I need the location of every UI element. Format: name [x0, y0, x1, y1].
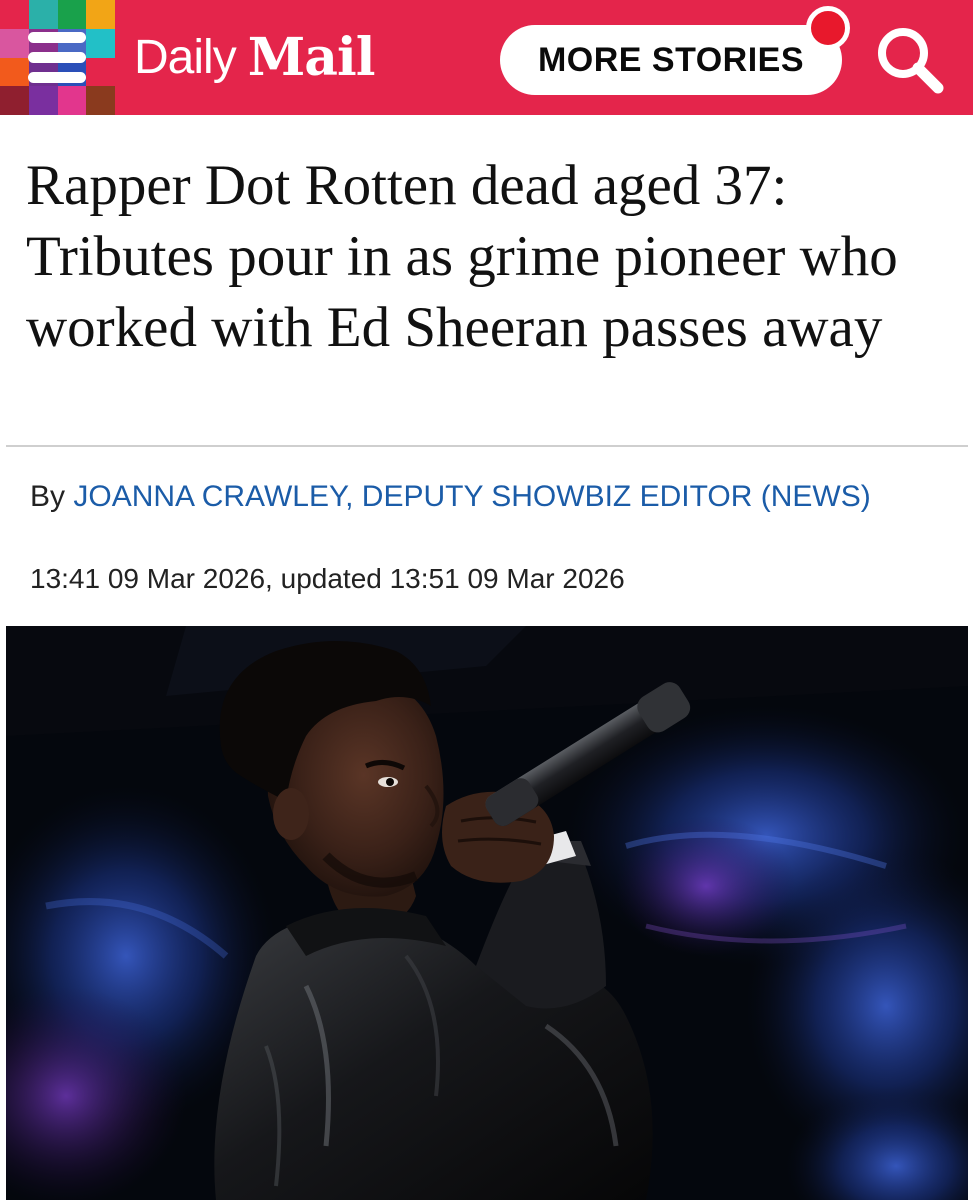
byline-prefix: By [30, 480, 74, 513]
site-header: Daily Mail MORE STORIES [0, 0, 973, 115]
notification-dot [806, 6, 850, 50]
author-link[interactable]: JOANNA CRAWLEY, DEPUTY SHOWBIZ EDITOR (N… [73, 480, 870, 513]
logo-daily-text: Daily [134, 30, 237, 84]
menu-button[interactable] [0, 0, 115, 115]
article-byline: By JOANNA CRAWLEY, DEPUTY SHOWBIZ EDITOR… [30, 477, 930, 517]
article-headline: Rapper Dot Rotten dead aged 37: Tributes… [26, 154, 898, 359]
search-button[interactable] [872, 22, 948, 98]
hamburger-menu-icon [28, 32, 86, 84]
more-stories-label: MORE STORIES [537, 40, 805, 79]
article-main-image [6, 626, 968, 1200]
site-logo[interactable]: Daily Mail [134, 22, 376, 92]
search-icon [878, 28, 944, 94]
more-stories-button[interactable]: MORE STORIES [500, 25, 842, 95]
article-dateline: 13:41 09 Mar 2026, updated 13:51 09 Mar … [30, 563, 625, 594]
logo-mail-text: Mail [247, 26, 376, 88]
performer-photo [6, 626, 968, 1200]
headline-divider [6, 445, 968, 447]
